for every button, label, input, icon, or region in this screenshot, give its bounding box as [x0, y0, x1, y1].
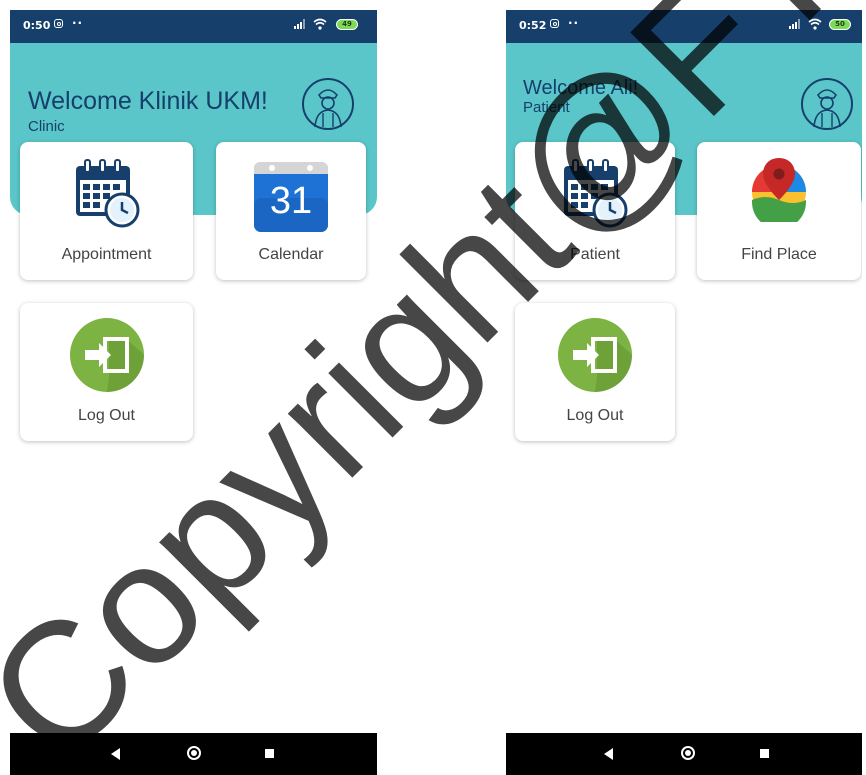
status-dots: ·· — [72, 16, 84, 30]
instagram-icon — [550, 19, 559, 28]
status-time: 0:50 — [23, 19, 51, 32]
phone-screen-patient: 0:52 ·· 50 Welcome Ali! Patient Patient … — [506, 10, 862, 775]
doctor-icon — [801, 78, 853, 130]
navigation-bar — [506, 733, 862, 775]
calendar-label: Calendar — [258, 246, 324, 263]
patient-tile[interactable]: Patient — [515, 142, 675, 280]
status-bar: 0:52 ·· 50 — [506, 10, 862, 43]
find-place-tile[interactable]: Find Place — [697, 142, 861, 280]
calendar-day-number: 31 — [269, 180, 313, 222]
logout-tile[interactable]: Log Out — [515, 303, 675, 441]
nav-back-icon[interactable] — [604, 748, 613, 760]
find-place-label: Find Place — [741, 246, 817, 263]
nav-recent-icon[interactable] — [265, 749, 274, 758]
phone-screen-clinic: 0:50 ·· 49 Welcome Klinik UKM! Clinic Ap… — [10, 10, 377, 775]
map-pin-icon — [752, 158, 806, 222]
battery-icon: 50 — [829, 19, 851, 30]
nav-home-icon[interactable] — [681, 746, 695, 760]
status-time: 0:52 — [519, 19, 547, 32]
battery-icon: 49 — [336, 19, 358, 30]
exit-door-icon — [558, 318, 632, 392]
user-role: Clinic — [28, 118, 65, 135]
calendar-clock-icon — [76, 159, 140, 228]
appointment-label: Appointment — [61, 246, 152, 263]
instagram-icon — [54, 19, 63, 28]
calendar-clock-icon — [564, 159, 628, 228]
nav-back-icon[interactable] — [111, 748, 120, 760]
welcome-title: Welcome Ali! — [523, 77, 639, 99]
status-dots: ·· — [568, 16, 580, 30]
signal-icon — [789, 19, 800, 29]
user-role: Patient — [523, 99, 570, 116]
nav-home-icon[interactable] — [187, 746, 201, 760]
patient-label: Patient — [570, 246, 620, 263]
navigation-bar — [10, 733, 377, 775]
welcome-title: Welcome Klinik UKM! — [28, 87, 268, 115]
logout-tile[interactable]: Log Out — [20, 303, 193, 441]
nav-recent-icon[interactable] — [760, 749, 769, 758]
wifi-icon — [313, 18, 327, 30]
wifi-icon — [808, 18, 822, 30]
calendar-tile[interactable]: 31 Calendar — [216, 142, 366, 280]
google-calendar-icon: 31 — [254, 158, 328, 232]
logout-label: Log Out — [566, 407, 624, 424]
exit-door-icon — [70, 318, 144, 392]
logout-label: Log Out — [78, 407, 135, 424]
status-bar: 0:50 ·· 49 — [10, 10, 377, 43]
signal-icon — [294, 19, 305, 29]
doctor-icon — [302, 78, 354, 130]
appointment-tile[interactable]: Appointment — [20, 142, 193, 280]
